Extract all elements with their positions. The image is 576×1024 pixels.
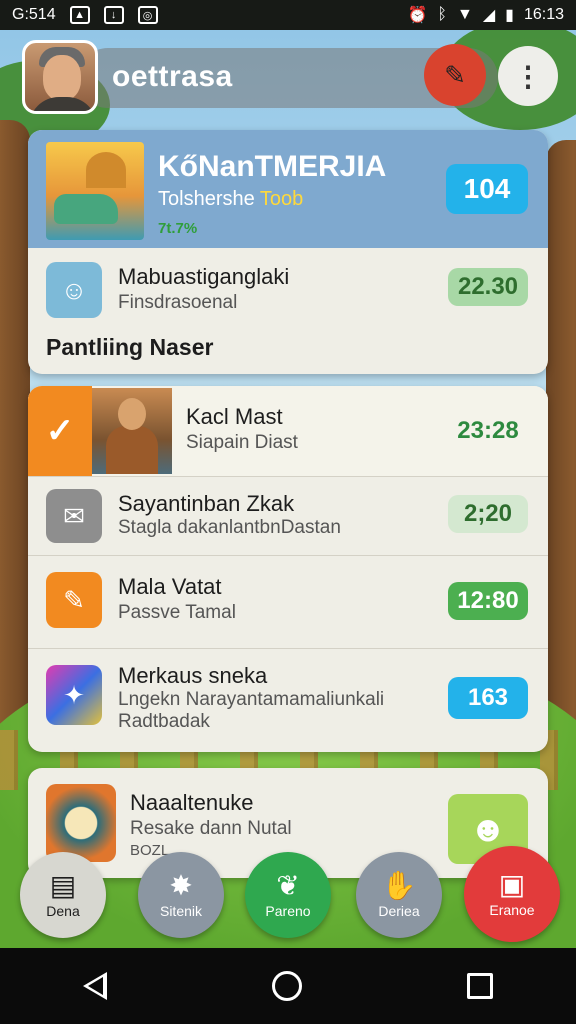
list-item-subtitle: Finsdrasoenal — [118, 292, 238, 313]
gallery-icon: ▲ — [69, 6, 90, 24]
battery-icon: ▮ — [505, 7, 514, 24]
list-item-title: Mabuastiganglaki — [118, 264, 290, 289]
featured-percent: 7t.7% — [158, 220, 198, 237]
status-time-right: 16:13 — [523, 6, 564, 23]
list-item-badge: 22.30 — [448, 268, 528, 306]
list-item-title: Merkaus sneka — [118, 663, 268, 688]
list-item-badge: 23:28 — [457, 417, 519, 444]
dock-button-label: Dena — [46, 903, 80, 919]
more-menu-button[interactable]: ⋮ — [498, 46, 558, 106]
list-item-title: Mala Vatat — [118, 574, 222, 599]
section-label: Pantliing Naser — [46, 334, 214, 360]
photo-icon — [92, 388, 172, 474]
back-icon[interactable] — [82, 972, 107, 1000]
map-pin-button[interactable]: ✎ — [424, 44, 486, 106]
list-item-subtitle: Passve Tamal — [118, 602, 236, 623]
dock-button-label: Sitenik — [159, 903, 203, 919]
list-item[interactable]: ✦ Merkaus sneka Lngekn Narayantamamaliun… — [28, 649, 548, 749]
card-featured: KőNanTMERJIA Tolshershe Toob 7t.7% 104 ☺… — [28, 130, 548, 374]
checkmark-icon[interactable]: ✓ — [28, 386, 92, 476]
camera-icon: ◎ — [137, 6, 158, 24]
status-time-left: G:514 — [12, 6, 56, 23]
dock-button-label: Eranoe — [489, 902, 535, 918]
dock-button-pareno[interactable]: ❦ Pareno — [245, 852, 331, 938]
dock-button-deriea[interactable]: ✋ Deriea — [356, 852, 442, 938]
list-item-badge: 2;20 — [448, 495, 528, 533]
app-title: oettrasa — [112, 60, 233, 93]
bottom-dock: ▤ Dena ✸ Sitenik ❦ Pareno ✋ Deriea ▣ Era… — [18, 846, 562, 944]
leaf-icon: ❦ — [276, 870, 300, 901]
featured-title: KőNanTMERJIA — [158, 150, 387, 183]
list-item-title: Kacl Mast — [186, 404, 283, 429]
list-item-badge: 12:80 — [448, 582, 528, 620]
list-item[interactable]: ✎ Mala Vatat Passve Tamal 12:80 — [28, 556, 548, 648]
navigation-bar — [0, 948, 576, 1024]
hands-icon: ✋ — [381, 870, 417, 901]
card-list: ✓ Kacl Mast Siapain Diast 23:28 ✉ Sayant… — [28, 386, 548, 752]
list-item-title: Naaaltenuke — [130, 790, 254, 815]
list-item-badge: 163 — [448, 677, 528, 719]
list-item-title: Sayantinban Zkak — [118, 491, 295, 516]
recent-apps-icon[interactable] — [467, 973, 494, 999]
palette-icon: ✦ — [46, 665, 102, 725]
app-bar: oettrasa ✎ ⋮ — [20, 38, 560, 116]
alien-face-icon: ☺ — [46, 262, 102, 318]
pencil-icon: ✎ — [46, 572, 102, 628]
wifi-icon: ▼ — [456, 6, 473, 23]
featured-thumbnail — [46, 142, 144, 240]
list-item-subtitle: Stagla dakanlantbnDastan — [118, 517, 341, 538]
dock-button-sitenik[interactable]: ✸ Sitenik — [138, 852, 224, 938]
bluetooth-icon: ᛒ — [437, 6, 447, 23]
download-icon: ↓ — [103, 6, 124, 24]
featured-subtitle-main: Tolshershe — [158, 188, 255, 210]
list-item[interactable]: ☺ Mabuastiganglaki Finsdrasoenal 22.30 — [28, 248, 548, 330]
dock-button-eranoe[interactable]: ▣ Eranoe — [464, 846, 560, 942]
dock-button-label: Pareno — [265, 903, 311, 919]
home-icon[interactable] — [271, 971, 302, 1001]
avatar[interactable] — [22, 40, 98, 114]
map-pin-icon: ✎ — [444, 59, 466, 90]
signal-icon: ◢ — [482, 7, 496, 24]
list-item-subtitle: Siapain Diast — [186, 432, 298, 453]
featured-subtitle: Tolshershe Toob — [158, 188, 303, 211]
featured-badge: 104 — [446, 164, 528, 214]
document-icon: ▤ — [49, 870, 77, 901]
badge-icon: ✸ — [169, 870, 193, 901]
alarm-icon: ⏰ — [407, 7, 428, 24]
briefcase-icon: ▣ — [498, 869, 526, 900]
dock-button-label: Deriea — [378, 903, 420, 919]
list-item-subtitle-extra: Radtbadak — [118, 711, 210, 732]
dock-button-dena[interactable]: ▤ Dena — [20, 852, 106, 938]
status-bar: G:514 ▲ ↓ ◎ ⏰ ᛒ ▼ ◢ ▮ 16:13 — [0, 0, 576, 30]
list-item-subtitle: Lngekn Narayantamamaliunkali — [118, 689, 385, 710]
list-item[interactable]: ✉ Sayantinban Zkak Stagla dakanlantbnDas… — [28, 477, 548, 555]
featured-subtitle-highlight: Toob — [259, 188, 304, 210]
more-vert-icon: ⋮ — [514, 60, 542, 92]
list-item-selected[interactable]: ✓ Kacl Mast Siapain Diast 23:28 — [28, 386, 548, 476]
list-item-subtitle: Resake dann Nutal — [130, 818, 292, 839]
featured-row[interactable]: KőNanTMERJIA Tolshershe Toob 7t.7% 104 — [28, 130, 548, 248]
chat-bubble-icon: ✉ — [46, 489, 102, 543]
